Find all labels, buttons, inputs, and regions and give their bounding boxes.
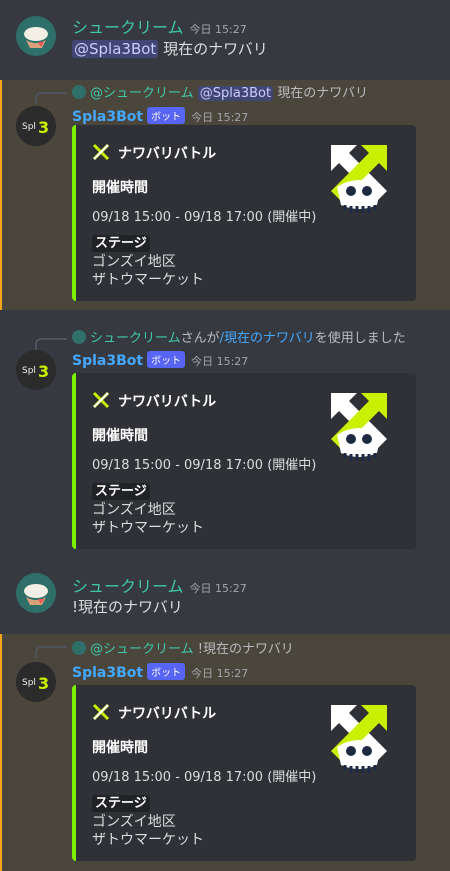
user-avatar-icon[interactable] (16, 573, 56, 613)
field-name: ステージ (92, 480, 150, 500)
field-name: 開催時間 (92, 180, 148, 196)
turf-war-emblem[interactable] (321, 139, 397, 215)
author-name[interactable]: Spla3Bot (72, 109, 143, 125)
splatoon3-avatar-icon[interactable]: Spl 3 (16, 350, 56, 390)
message-1: シュークリーム 今日 15:27 @Spla3Bot 現在のナワバリ (0, 0, 450, 80)
timestamp: 今日 15:27 (189, 23, 247, 36)
author-name[interactable]: シュークリーム (72, 577, 184, 596)
timestamp: 今日 15:27 (191, 667, 249, 680)
turf-war-emblem[interactable] (321, 699, 397, 775)
reply-author: @シュークリーム (90, 86, 194, 101)
embed: ナワバリバトル 開催時間 09/18 15:00 - 09/18 17:00 (… (72, 125, 416, 301)
bot-badge: ボット (147, 351, 186, 368)
user-avatar-icon (72, 641, 86, 655)
reply-text: 現在のナワバリ (277, 86, 368, 101)
author-name[interactable]: Spla3Bot (72, 665, 143, 681)
field-value: 09/18 15:00 - 09/18 17:00 (開催中) (92, 770, 317, 785)
command-pre: さんが (180, 331, 220, 346)
command-user: シュークリーム (90, 331, 181, 346)
turf-war-icon (92, 391, 110, 409)
svg-text:Spl: Spl (22, 678, 36, 688)
message-text: !現在のナワバリ (72, 598, 183, 616)
stage-1: ゴンズイ地区 (92, 502, 176, 518)
stage-1: ゴンズイ地区 (92, 254, 176, 270)
field-value: 09/18 15:00 - 09/18 17:00 (開催中) (92, 458, 317, 473)
message-content: @Spla3Bot 現在のナワバリ (72, 38, 268, 59)
splatoon3-avatar-icon[interactable]: Spl 3 (16, 106, 56, 146)
embed: ナワバリバトル 開催時間 09/18 15:00 - 09/18 17:00 (… (72, 373, 416, 549)
mention[interactable]: @Spla3Bot (72, 40, 159, 58)
user-avatar-icon (72, 330, 86, 344)
field-name: 開催時間 (92, 740, 148, 756)
svg-text:3: 3 (38, 118, 49, 137)
field-name: ステージ (92, 792, 150, 812)
reply-preview[interactable]: @シュークリーム !現在のナワバリ (72, 638, 294, 657)
field-name: 開催時間 (92, 428, 148, 444)
stage-2: ザトウマーケット (92, 272, 204, 288)
user-avatar-icon[interactable] (16, 16, 56, 56)
field-name: ステージ (92, 232, 150, 252)
turf-war-emblem[interactable] (321, 387, 397, 463)
command-post: を使用しました (314, 331, 406, 346)
bot-badge: ボット (147, 663, 186, 680)
reply-author: @シュークリーム (90, 642, 194, 657)
svg-text:3: 3 (38, 674, 49, 693)
reply-connector (35, 92, 67, 104)
timestamp: 今日 15:27 (191, 111, 249, 124)
reply-connector (35, 338, 67, 350)
command-preview[interactable]: シュークリームさんが/現在のナワバリを使用しました (72, 327, 406, 346)
reply-connector (35, 646, 67, 658)
reply-preview[interactable]: @シュークリーム @Spla3Bot 現在のナワバリ (72, 82, 368, 101)
stage-2: ザトウマーケット (92, 520, 204, 536)
reply-mention: @Spla3Bot (197, 86, 274, 101)
turf-war-icon (92, 143, 110, 161)
embed-title: ナワバリバトル (92, 143, 216, 163)
embed-title: ナワバリバトル (92, 703, 216, 723)
message-5: @シュークリーム !現在のナワバリ Spl 3 Spla3Bot ボット 今日 15:… (0, 634, 450, 871)
bot-badge: ボット (147, 107, 186, 124)
author-name[interactable]: シュークリーム (72, 18, 184, 37)
timestamp: 今日 15:27 (189, 582, 247, 595)
user-avatar-icon (72, 85, 86, 99)
turf-war-icon (92, 703, 110, 721)
embed-title: ナワバリバトル (92, 391, 216, 411)
message-3: シュークリームさんが/現在のナワバリを使用しました Spl 3 Spla3Bot ボ… (0, 316, 450, 560)
reply-text: !現在のナワバリ (197, 642, 294, 657)
message-4: シュークリーム 今日 15:27 !現在のナワバリ (0, 565, 450, 631)
splatoon3-avatar-icon[interactable]: Spl 3 (16, 662, 56, 702)
author-name[interactable]: Spla3Bot (72, 353, 143, 369)
message-text: 現在のナワバリ (163, 40, 268, 58)
message-2: @シュークリーム @Spla3Bot 現在のナワバリ Spl 3 Spla3Bot… (0, 80, 450, 310)
command-link[interactable]: /現在のナワバリ (220, 331, 315, 346)
stage-1: ゴンズイ地区 (92, 814, 176, 830)
svg-text:Spl: Spl (22, 122, 36, 132)
svg-text:3: 3 (38, 362, 49, 381)
timestamp: 今日 15:27 (191, 355, 249, 368)
stage-2: ザトウマーケット (92, 832, 204, 848)
embed: ナワバリバトル 開催時間 09/18 15:00 - 09/18 17:00 (… (72, 685, 416, 861)
svg-text:Spl: Spl (22, 366, 36, 376)
field-value: 09/18 15:00 - 09/18 17:00 (開催中) (92, 210, 317, 225)
